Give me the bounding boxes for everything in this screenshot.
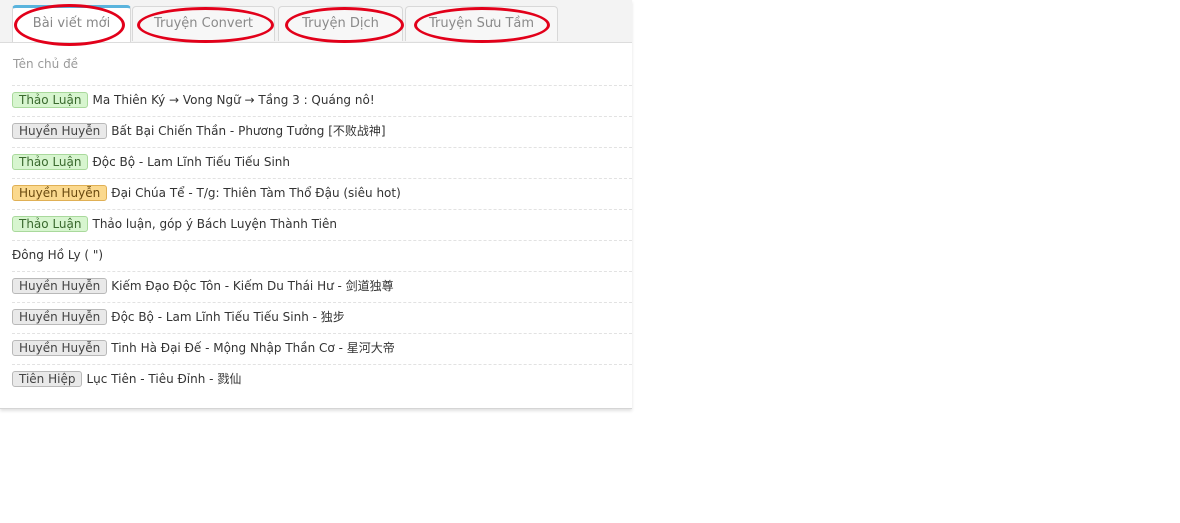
tab-label: Bài viết mới	[32, 16, 111, 31]
prefix-badge[interactable]: Thảo Luận	[12, 153, 89, 170]
prefix-badge[interactable]: Thảo Luận	[12, 91, 89, 108]
column-header-topic: Tên chủ đề	[13, 57, 79, 71]
prefix-badge[interactable]: Huyền Huyễn	[12, 184, 108, 201]
thread-title-link[interactable]: Bất Bại Chiến Thần - Phương Tưởng [不败战神]	[111, 124, 385, 138]
prefix-badge[interactable]: Thảo Luận	[12, 215, 89, 232]
thread-title-link[interactable]: Kiếm Đạo Độc Tôn - Kiếm Du Thái Hư - 剑道独…	[111, 279, 393, 293]
prefix-badge[interactable]: Huyền Huyễn	[12, 277, 108, 294]
thread-title-link[interactable]: Độc Bộ - Lam Lĩnh Tiếu Tiếu Sinh	[92, 155, 290, 169]
tab-label: Truyện Convert	[153, 16, 254, 31]
thread-title-link[interactable]: Độc Bộ - Lam Lĩnh Tiếu Tiếu Sinh - 独步	[111, 310, 345, 324]
tab-truyen-suu-tam[interactable]: Truyện Sưu Tầm	[405, 6, 558, 41]
tabs-bar: Bài viết mới Truyện Convert Truyện Dịch …	[0, 0, 632, 43]
thread-row: Huyền Huyễn Đại Chúa Tể - T/g: Thiên Tàm …	[12, 178, 632, 209]
thread-title-link[interactable]: Ma Thiên Ký → Vong Ngữ → Tầng 3 : Quáng …	[92, 93, 374, 107]
thread-row: Huyền Huyễn Kiếm Đạo Độc Tôn - Kiếm Du Th…	[12, 271, 632, 302]
thread-title-link[interactable]: Lục Tiên - Tiêu Đỉnh - 戮仙	[86, 372, 241, 386]
thread-row: Đông Hồ Ly ( ")	[12, 240, 632, 271]
thread-title-link[interactable]: Đại Chúa Tể - T/g: Thiên Tàm Thổ Đậu (si…	[111, 186, 401, 200]
thread-title-link[interactable]: Tinh Hà Đại Đế - Mộng Nhập Thần Cơ - 星河大…	[111, 341, 394, 355]
thread-title-link[interactable]: Đông Hồ Ly ( ")	[12, 248, 103, 262]
thread-row: Huyền Huyễn Bất Bại Chiến Thần - Phương T…	[12, 116, 632, 147]
tab-bai-viet-moi[interactable]: Bài viết mới	[12, 5, 131, 42]
prefix-badge[interactable]: Huyền Huyễn	[12, 122, 108, 139]
thread-row: Huyền Huyễn Độc Bộ - Lam Lĩnh Tiếu Tiếu S…	[12, 302, 632, 333]
thread-row: Thảo Luận Ma Thiên Ký → Vong Ngữ → Tầng 3…	[12, 85, 632, 116]
tab-truyen-convert[interactable]: Truyện Convert	[132, 6, 275, 41]
prefix-badge[interactable]: Huyền Huyễn	[12, 308, 108, 325]
thread-row: Thảo Luận Độc Bộ - Lam Lĩnh Tiếu Tiếu Sin…	[12, 147, 632, 178]
thread-row: Thảo Luận Thảo luận, góp ý Bách Luyện Thà…	[12, 209, 632, 240]
prefix-badge[interactable]: Huyền Huyễn	[12, 339, 108, 356]
prefix-badge[interactable]: Tiên Hiệp	[12, 370, 83, 387]
tab-label: Truyện Dịch	[302, 16, 379, 31]
tab-label: Truyện Sưu Tầm	[428, 16, 535, 31]
thread-title-link[interactable]: Thảo luận, góp ý Bách Luyện Thành Tiên	[92, 217, 336, 231]
tab-truyen-dich[interactable]: Truyện Dịch	[278, 6, 403, 41]
thread-row: Huyền Huyễn Tinh Hà Đại Đế - Mộng Nhập Th…	[12, 333, 632, 364]
thread-list-panel: Bài viết mới Truyện Convert Truyện Dịch …	[0, 0, 632, 409]
thread-row: Tiên Hiệp Lục Tiên - Tiêu Đỉnh - 戮仙	[12, 364, 632, 395]
